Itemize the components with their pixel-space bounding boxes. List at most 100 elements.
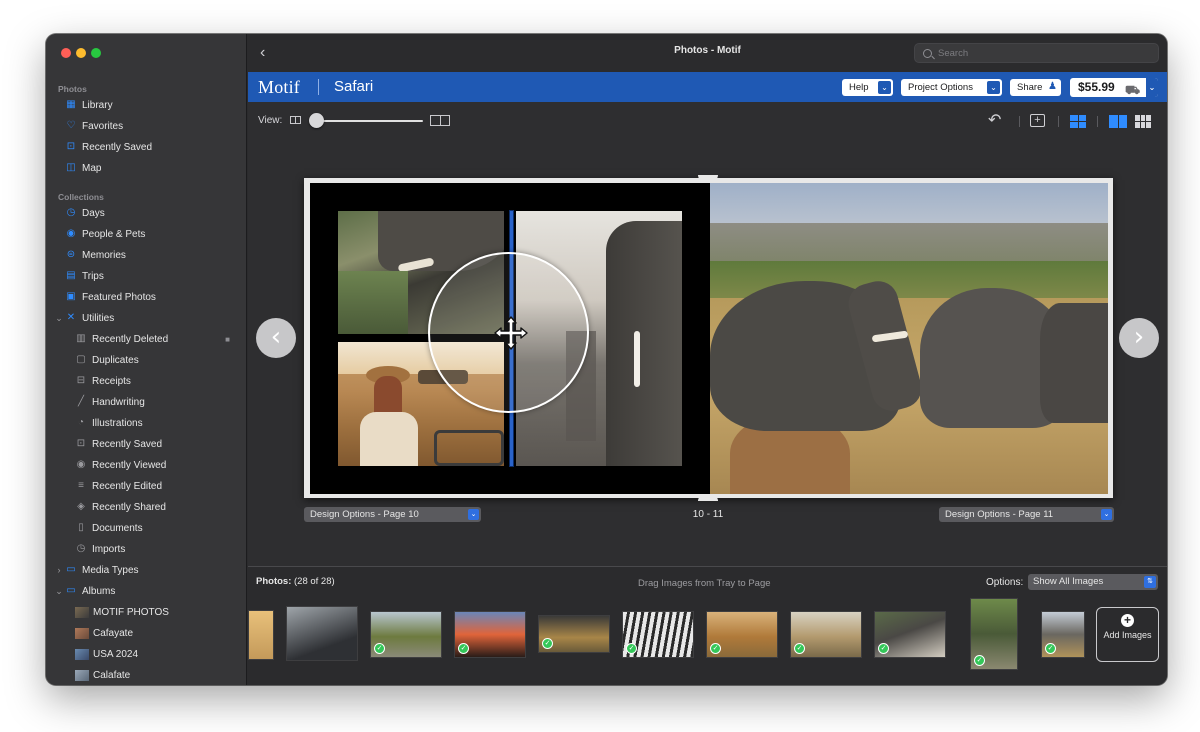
book-spread — [304, 175, 1113, 501]
tray-thumb-zebras[interactable]: ✓ — [622, 611, 694, 658]
tray-thumb-elephant-small[interactable]: ✓ — [1041, 611, 1085, 658]
sidebar-item-recently-deleted[interactable]: ▥ Recently Deleted ■ — [46, 329, 246, 349]
map-icon: ◫ — [66, 162, 76, 173]
sidebar-album-usa-2024[interactable]: USA 2024 — [46, 644, 246, 664]
page-10[interactable] — [310, 183, 710, 494]
zoom-slider-track[interactable] — [316, 120, 423, 122]
chevron-updown-icon: ⇅ — [1144, 576, 1156, 588]
sidebar-album-cafayate[interactable]: Cafayate — [46, 623, 246, 643]
sidebar-item-label: Trips — [82, 270, 104, 282]
sidebar-item-favorites[interactable]: ♡ Favorites — [46, 116, 246, 136]
share-label: Share — [1017, 82, 1043, 93]
sidebar-item-recently-saved[interactable]: ⊡ Recently Saved — [46, 137, 246, 157]
page-11[interactable] — [710, 183, 1108, 494]
tray-hint: Drag Images from Tray to Page — [638, 578, 771, 589]
design-options-page-10[interactable]: Design Options - Page 10 ⌄ — [304, 507, 481, 522]
header-divider — [318, 79, 319, 95]
cart-icon: ⊟ — [76, 375, 86, 386]
sidebar-item-recently-viewed[interactable]: ◉ Recently Viewed — [46, 455, 246, 475]
clock-icon: ◷ — [66, 207, 76, 218]
toolbar-divider — [1058, 116, 1059, 127]
folder-icon: ▭ — [66, 564, 76, 575]
undo-icon[interactable]: ↶ — [988, 113, 1001, 129]
sidebar-item-documents[interactable]: ▯ Documents — [46, 518, 246, 538]
cart-button[interactable]: $55.99 ⛟ ⌄ — [1070, 78, 1158, 97]
tray-thumb-giraffe-plain[interactable]: ✓ — [790, 611, 862, 658]
sidebar: Photos ▦ Library ♡ Favorites ⊡ Recently … — [46, 34, 247, 685]
sidebar-item-featured-photos[interactable]: ▣ Featured Photos — [46, 287, 246, 307]
add-images-label: Add Images — [1103, 630, 1152, 640]
options-select[interactable]: Show All Images ⇅ — [1028, 574, 1158, 590]
tray-thumb-person-yellow[interactable] — [248, 610, 274, 660]
sidebar-item-memories[interactable]: ⊜ Memories — [46, 245, 246, 265]
close-window-button[interactable] — [61, 48, 71, 58]
minimize-window-button[interactable] — [76, 48, 86, 58]
used-check-icon: ✓ — [1045, 643, 1056, 654]
album-thumbnail — [75, 627, 89, 639]
all-pages-view-icon[interactable] — [1135, 115, 1151, 128]
spread-view-icon[interactable] — [1109, 115, 1127, 128]
used-check-icon: ✓ — [974, 655, 985, 666]
photo-hills — [710, 223, 1108, 263]
layout-grid-icon[interactable] — [1070, 115, 1086, 128]
project-options-button[interactable]: Project Options ⌄ — [901, 79, 1002, 96]
sidebar-item-library[interactable]: ▦ Library — [46, 95, 246, 115]
eye-icon: ◉ — [76, 459, 86, 470]
sidebar-item-label: People & Pets — [82, 228, 146, 240]
sidebar-item-utilities[interactable]: ⌄ ✕ Utilities — [46, 308, 246, 328]
sidebar-album-motif-photos[interactable]: MOTIF PHOTOS — [46, 602, 246, 622]
sidebar-item-trips[interactable]: ▤ Trips — [46, 266, 246, 286]
search-field[interactable]: Search — [914, 43, 1159, 63]
zoom-slider-knob[interactable] — [309, 113, 324, 128]
sidebar-item-label: Recently Viewed — [92, 459, 167, 471]
chevron-down-icon[interactable]: ⌄ — [1146, 78, 1158, 97]
sidebar-item-recently-shared[interactable]: ◈ Recently Shared — [46, 497, 246, 517]
help-button[interactable]: Help ⌄ — [842, 79, 893, 96]
motif-header-bar: Motif Safari Help ⌄ Project Options ⌄ Sh… — [248, 72, 1167, 102]
sidebar-item-label: MOTIF PHOTOS — [93, 606, 169, 618]
tray-thumb-giraffes-window[interactable]: ✓ — [538, 615, 610, 653]
sidebar-item-duplicates[interactable]: ▢ Duplicates — [46, 350, 246, 370]
add-images-button[interactable]: + Add Images — [1096, 607, 1159, 662]
folder-icon: ▭ — [66, 585, 76, 596]
sidebar-item-people-pets[interactable]: ◉ People & Pets — [46, 224, 246, 244]
tray-thumb-jeep[interactable]: ✓ — [370, 611, 442, 658]
toolbar-divider — [1019, 116, 1020, 127]
library-icon: ▦ — [66, 99, 76, 110]
share-button[interactable]: Share ♟ — [1010, 79, 1061, 96]
sidebar-item-label: Memories — [82, 249, 126, 261]
tray-thumb-car-window[interactable] — [286, 606, 358, 661]
add-page-icon[interactable]: + — [1030, 114, 1045, 127]
sidebar-item-illustrations[interactable]: ◔ Illustrations — [46, 413, 246, 433]
chevron-down-icon[interactable]: ⌄ — [54, 586, 64, 597]
album-thumbnail — [75, 648, 89, 660]
person-icon: ◉ — [66, 228, 76, 239]
photo-tray: Photos: (28 of 28) Drag Images from Tray… — [248, 566, 1167, 685]
sidebar-item-recently-edited[interactable]: ≡ Recently Edited — [46, 476, 246, 496]
chevron-down-icon[interactable]: ⌄ — [54, 313, 64, 324]
search-placeholder: Search — [938, 47, 969, 59]
sidebar-item-imports[interactable]: ◷ Imports — [46, 539, 246, 559]
sidebar-album-calafate[interactable]: Calafate — [46, 665, 246, 685]
sidebar-item-days[interactable]: ◷ Days — [46, 203, 246, 223]
sidebar-item-handwriting[interactable]: ╱ Handwriting — [46, 392, 246, 412]
sidebar-item-albums[interactable]: ⌄ ▭ Albums — [46, 581, 246, 601]
chevron-right-icon[interactable]: › — [54, 565, 64, 575]
toolbar-divider — [1097, 116, 1098, 127]
sidebar-item-media-types[interactable]: › ▭ Media Types — [46, 560, 246, 580]
previous-page-button[interactable]: ‹ — [256, 318, 296, 358]
sidebar-item-label: Map — [82, 162, 102, 174]
tray-thumb-zebra-portrait[interactable]: ✓ — [970, 598, 1018, 670]
memories-icon: ⊜ — [66, 249, 76, 260]
sidebar-item-recently-saved-2[interactable]: ⊡ Recently Saved — [46, 434, 246, 454]
next-page-button[interactable]: › — [1119, 318, 1159, 358]
tray-thumb-giraffes[interactable]: ✓ — [706, 611, 778, 658]
design-options-page-11[interactable]: Design Options - Page 11 ⌄ — [939, 507, 1114, 522]
tray-thumb-sunset[interactable]: ✓ — [454, 611, 526, 658]
document-icon: ▯ — [78, 522, 84, 533]
import-icon: ◷ — [76, 543, 86, 554]
sidebar-item-map[interactable]: ◫ Map — [46, 158, 246, 178]
zoom-window-button[interactable] — [91, 48, 101, 58]
tray-thumb-elephant-trunk[interactable]: ✓ — [874, 611, 946, 658]
sidebar-item-receipts[interactable]: ⊟ Receipts — [46, 371, 246, 391]
